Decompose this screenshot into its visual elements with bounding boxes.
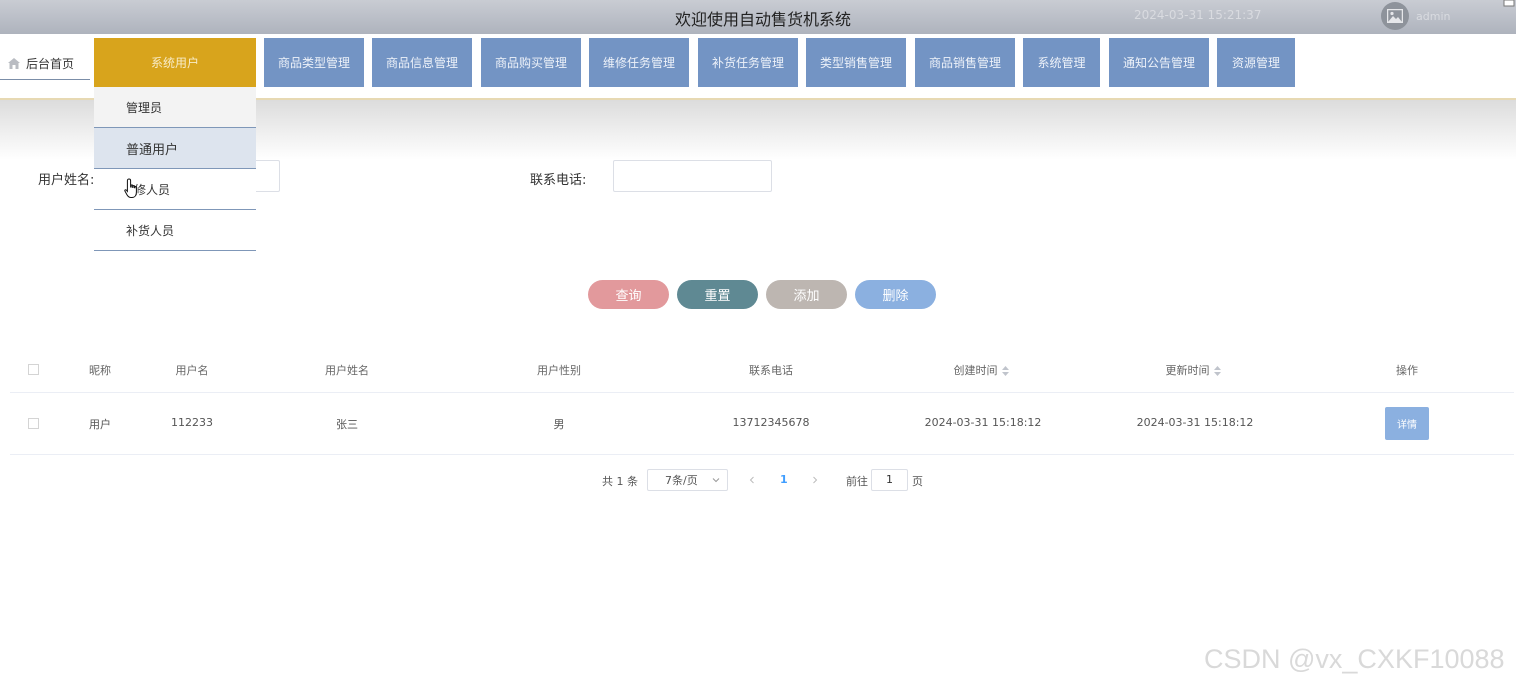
row-divider (10, 454, 1514, 455)
nav-item-product-purchase[interactable]: 商品购买管理 (481, 38, 581, 87)
sort-icon[interactable] (1213, 366, 1221, 376)
nav-item-product-info[interactable]: 商品信息管理 (372, 38, 472, 87)
nav-home-label: 后台首页 (26, 57, 75, 71)
detail-button[interactable]: 详情 (1385, 407, 1429, 440)
dropdown-item-restock-staff[interactable]: 补货人员 (94, 210, 256, 251)
home-icon (8, 58, 20, 69)
cell-real-name: 张三 (336, 418, 358, 431)
column-header-updated-label: 更新时间 (1165, 364, 1210, 377)
nav-item-notices[interactable]: 通知公告管理 (1109, 38, 1209, 87)
row-checkbox[interactable] (28, 418, 39, 429)
column-header-created[interactable]: 创建时间 (921, 362, 1041, 378)
nav-item-product-sales[interactable]: 商品销售管理 (915, 38, 1015, 87)
goto-page-input[interactable]: 1 (871, 469, 908, 491)
nav-item-system-users[interactable]: 系统用户 (94, 38, 256, 87)
cell-username: 112233 (171, 416, 213, 429)
cell-updated: 2024-03-31 15:18:12 (1136, 416, 1254, 429)
nav-item-type-sales[interactable]: 类型销售管理 (806, 38, 906, 87)
select-all-checkbox[interactable] (28, 364, 39, 375)
avatar[interactable] (1381, 2, 1409, 30)
user-name-label: 用户姓名: (38, 173, 95, 188)
watermark: CSDN @vx_CXKF10088 (1204, 644, 1505, 674)
datetime-display: 2024-03-31 15:21:37 (1134, 8, 1262, 22)
system-users-dropdown: 管理员 普通用户 修人员 补货人员 (94, 87, 256, 251)
phone-input[interactable] (613, 160, 772, 192)
reset-button[interactable]: 重置 (677, 280, 758, 309)
cell-phone: 13712345678 (732, 416, 810, 429)
next-page-icon[interactable] (811, 476, 819, 484)
cell-nickname: 用户 (89, 418, 111, 431)
column-header-real-name: 用户姓名 (325, 364, 369, 377)
column-header-updated[interactable]: 更新时间 (1133, 362, 1253, 378)
column-header-gender: 用户性别 (537, 364, 581, 377)
delete-button[interactable]: 删除 (855, 280, 936, 309)
page-size-value: 7条/页 (665, 474, 698, 487)
phone-label: 联系电话: (530, 173, 587, 188)
column-header-phone: 联系电话 (749, 364, 793, 377)
add-button[interactable]: 添加 (766, 280, 847, 309)
nav-item-system-manage[interactable]: 系统管理 (1023, 38, 1100, 87)
cell-created: 2024-03-31 15:18:12 (924, 416, 1042, 429)
corner-icon (1503, 0, 1515, 7)
app-title: 欢迎使用自动售货机系统 (674, 10, 851, 29)
column-header-created-label: 创建时间 (953, 364, 998, 377)
sort-icon[interactable] (1001, 366, 1009, 376)
current-page[interactable]: 1 (780, 473, 788, 486)
column-header-actions: 操作 (1396, 364, 1418, 377)
nav-item-restock-tasks[interactable]: 补货任务管理 (698, 38, 798, 87)
hand-cursor-icon (124, 178, 137, 198)
username[interactable]: admin (1416, 10, 1450, 23)
nav-item-resources[interactable]: 资源管理 (1217, 38, 1295, 87)
top-header: 欢迎使用自动售货机系统 2024-03-31 15:21:37 admin (0, 0, 1516, 34)
column-header-nickname: 昵称 (89, 364, 111, 377)
chevron-down-icon (712, 478, 720, 483)
image-icon (1387, 9, 1403, 23)
dropdown-item-normal-user[interactable]: 普通用户 (94, 128, 256, 169)
page-size-select[interactable]: 7条/页 (647, 469, 728, 491)
goto-label: 前往 (846, 475, 868, 488)
page-unit-label: 页 (912, 475, 923, 488)
nav-home-link[interactable]: 后台首页 (0, 48, 90, 80)
dropdown-item-admin[interactable]: 管理员 (94, 87, 256, 128)
total-count: 共 1 条 (602, 475, 638, 488)
dropdown-item-repair-staff[interactable]: 修人员 (94, 169, 256, 210)
column-header-username: 用户名 (175, 364, 209, 377)
cell-gender: 男 (553, 418, 565, 431)
nav-item-repair-tasks[interactable]: 维修任务管理 (589, 38, 689, 87)
header-divider (10, 392, 1514, 393)
prev-page-icon[interactable] (748, 476, 756, 484)
nav-item-product-types[interactable]: 商品类型管理 (264, 38, 364, 87)
query-button[interactable]: 查询 (588, 280, 669, 309)
